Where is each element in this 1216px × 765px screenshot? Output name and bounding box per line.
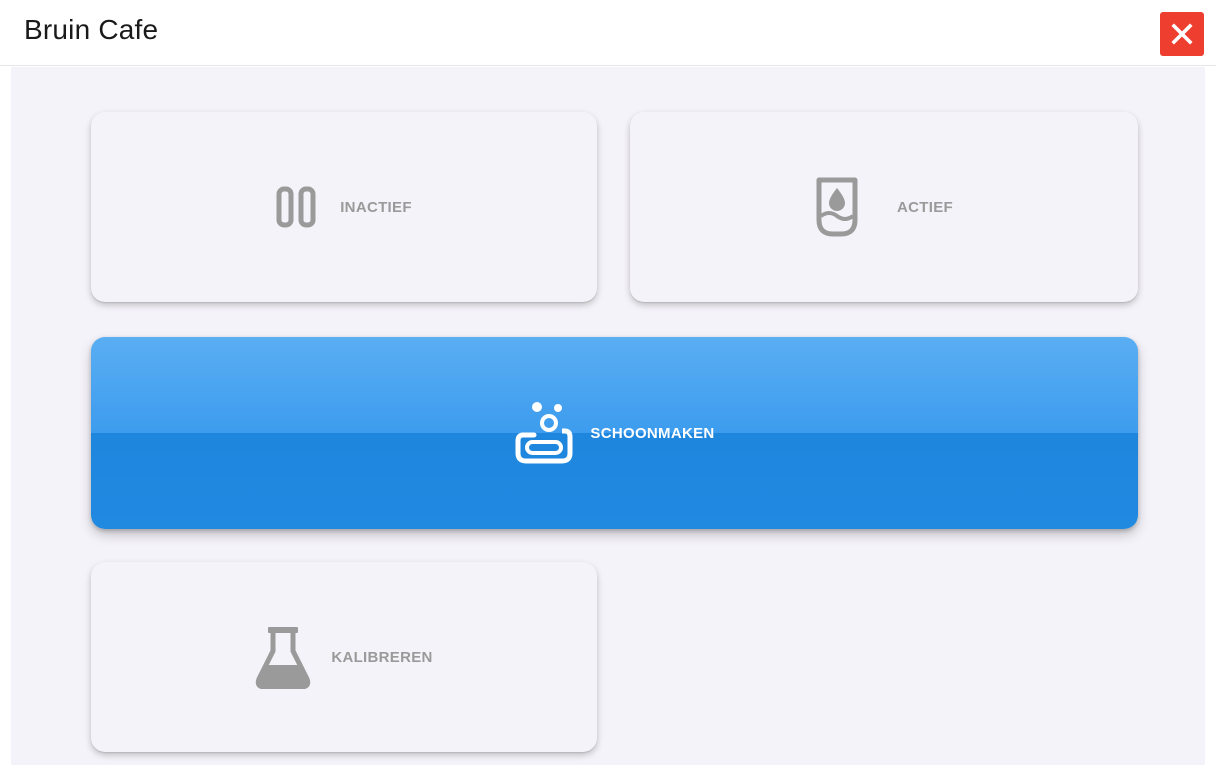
soap-bubbles-icon [514, 401, 574, 465]
app-title: Bruin Cafe [24, 14, 159, 45]
mode-label-kalibreren: KALIBREREN [331, 648, 433, 666]
mode-label-schoonmaken: SCHOONMAKEN [590, 424, 715, 442]
mode-label-inactief: INACTIEF [340, 198, 412, 216]
mode-label-actief: ACTIEF [897, 198, 953, 216]
flask-icon [255, 625, 311, 689]
mode-tile-inactief[interactable]: INACTIEF [91, 112, 597, 302]
mode-panel: INACTIEF ACTIEF SCHOONMAKEN KALIBREREN [11, 67, 1205, 765]
mode-tile-kalibreren[interactable]: KALIBREREN [91, 562, 597, 752]
header-bar: Bruin Cafe [0, 0, 1216, 66]
mode-tile-schoonmaken[interactable]: SCHOONMAKEN [91, 337, 1138, 529]
mode-tile-actief[interactable]: ACTIEF [630, 112, 1138, 302]
close-button[interactable] [1160, 12, 1204, 56]
close-icon [1171, 23, 1193, 45]
glass-drop-icon [815, 176, 859, 238]
pause-icon [276, 186, 316, 228]
